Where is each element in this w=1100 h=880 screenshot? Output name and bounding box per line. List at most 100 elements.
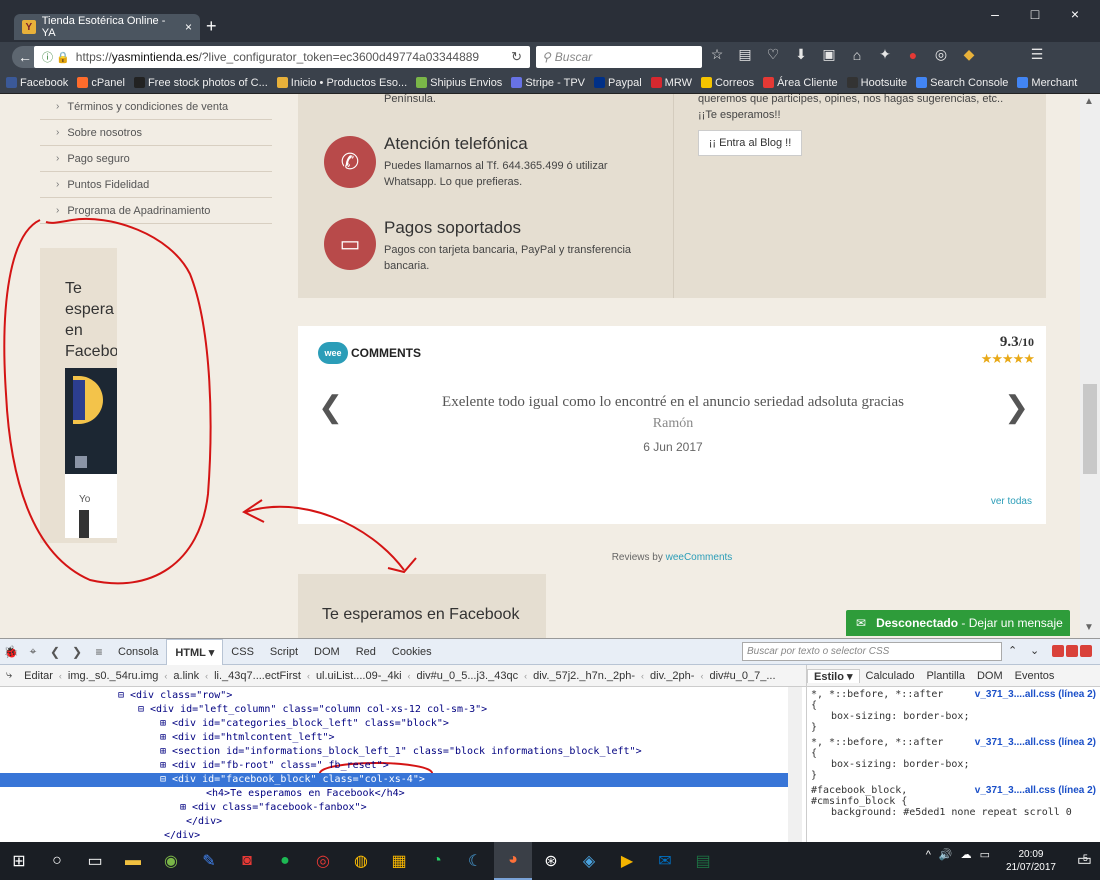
app6-icon[interactable]: ☾ [456, 842, 494, 880]
bookmark-item[interactable]: Hootsuite [846, 77, 907, 89]
library-icon[interactable]: ▣ [820, 46, 838, 63]
home-icon[interactable]: ⌂ [848, 47, 866, 63]
style-tab[interactable]: Plantilla [920, 670, 971, 682]
html-node[interactable]: ⊞ <div id="htmlcontent_left"> [0, 731, 790, 745]
css-source-link[interactable]: v_371_3....all.css (línea 2) [975, 737, 1096, 748]
firebug-icon[interactable]: 🐞 [0, 645, 22, 659]
css-prop[interactable]: box-sizing: border-box; [811, 711, 1096, 722]
taskbar-clock[interactable]: 20:09 21/07/2017 [1006, 848, 1056, 874]
new-tab-button[interactable]: + [206, 16, 217, 37]
inspect-icon[interactable]: ⌖ [22, 644, 44, 659]
facebook-fanbox[interactable]: Yo [65, 368, 117, 538]
scroll-down-icon[interactable]: ▼ [1084, 622, 1094, 633]
bookmark-item[interactable]: Merchant [1017, 77, 1077, 89]
network-icon[interactable]: ▭ [980, 848, 990, 861]
tree-expander-icon[interactable]: ⊞ [160, 731, 166, 745]
search-down-icon[interactable]: ⌄ [1030, 644, 1039, 657]
tree-expander-icon[interactable]: ⊟ [118, 689, 124, 703]
address-bar[interactable]: ⓘ 🔒 https:// yasmintienda.es /?live_conf… [34, 46, 530, 68]
bookmark-star-icon[interactable]: ☆ [708, 46, 726, 63]
app8-icon[interactable]: ▶ [608, 842, 646, 880]
tree-expander-icon[interactable]: ⊟ [160, 773, 166, 787]
minimize-button[interactable]: – [980, 6, 1010, 22]
inspect-element-icon[interactable]: ⤷ [0, 669, 18, 682]
breadcrumb-item[interactable]: div#u_0_5...j3._43qc [411, 670, 525, 682]
bookmark-item[interactable]: Inicio • Productos Eso... [276, 77, 407, 89]
html-node[interactable]: ⊞ <section id="informations_block_left_1"… [0, 745, 790, 759]
tree-expander-icon[interactable]: ⊞ [180, 801, 186, 815]
devtools-tab[interactable]: Red [348, 639, 384, 665]
devtools-search-input[interactable]: Buscar por texto o selector CSS [742, 642, 1002, 661]
menu-item[interactable]: › Puntos Fidelidad [40, 172, 272, 198]
breadcrumb-item[interactable]: div#u_0_7_... [703, 670, 781, 682]
bookmark-item[interactable]: MRW [650, 77, 692, 89]
app-icon[interactable]: ◉ [152, 842, 190, 880]
breadcrumb-item[interactable]: div._2ph- [644, 670, 700, 682]
html-node[interactable]: </div> [0, 815, 790, 829]
devtools-tab[interactable]: Consola [110, 639, 166, 665]
edit-button[interactable]: Editar [18, 670, 59, 682]
extension2-icon[interactable]: ◎ [932, 46, 950, 63]
css-source-link[interactable]: v_371_3....all.css (línea 2) [975, 689, 1096, 700]
bookmark-item[interactable]: Correos [700, 77, 754, 89]
scroll-thumb[interactable] [1083, 384, 1097, 474]
breadcrumb-item[interactable]: ul.uiList....09-_4ki [310, 670, 408, 682]
html-node[interactable]: ⊟ <div id="left_column" class="column col… [0, 703, 790, 717]
menu-item[interactable]: › Sobre nosotros [40, 120, 272, 146]
bookmark-item[interactable]: Área Cliente [763, 77, 838, 89]
menu-item[interactable]: › Pago seguro [40, 146, 272, 172]
html-node[interactable]: ⊞ <div class="facebook-fanbox"> [0, 801, 790, 815]
bookmark-item[interactable]: Facebook [6, 77, 68, 89]
reading-list-icon[interactable]: ▤ [736, 46, 754, 63]
bookmark-item[interactable]: Stripe - TPV [511, 77, 585, 89]
see-all-reviews-link[interactable]: ver todas [991, 496, 1032, 507]
file-explorer-icon[interactable]: ▬ [114, 842, 152, 880]
vpn-icon[interactable]: ⊛ [532, 842, 570, 880]
devtools-close-icon[interactable] [1080, 645, 1092, 657]
breadcrumb-item[interactable]: img._s0._54ru.img [62, 670, 165, 682]
style-tab[interactable]: DOM [971, 670, 1009, 682]
bookmark-item[interactable]: Search Console [916, 77, 1008, 89]
breadcrumb-item[interactable]: li._43q7....ectFirst [208, 670, 307, 682]
windows-start-icon[interactable]: ⊞ [0, 842, 38, 880]
weecomments-logo[interactable]: wee COMMENTS [318, 342, 421, 364]
search-input[interactable]: ⚲ Buscar [536, 46, 702, 68]
devtools-minimize-icon[interactable] [1052, 645, 1064, 657]
devtools-tab[interactable]: CSS [223, 639, 262, 665]
css-source-link[interactable]: v_371_3....all.css (línea 2) [975, 785, 1096, 796]
html-node[interactable]: <h4>Te esperamos en Facebook</h4> [0, 787, 790, 801]
page-scrollbar[interactable]: ▲ ▼ [1080, 94, 1100, 638]
app4-icon[interactable]: ◎ [304, 842, 342, 880]
html-node[interactable]: </div> [0, 829, 790, 843]
style-tab[interactable]: Calculado [860, 670, 921, 682]
extension-icon[interactable]: ✦ [876, 46, 894, 63]
style-tab[interactable]: Eventos [1009, 670, 1061, 682]
app3-icon[interactable]: ◙ [228, 842, 266, 880]
download-icon[interactable]: ⬇ [792, 46, 810, 63]
breadcrumb-item[interactable]: div._57j2._h7n._2ph- [527, 670, 641, 682]
cloud-icon[interactable]: ☁ [961, 848, 972, 861]
bookmark-item[interactable]: cPanel [77, 77, 125, 89]
menu-item[interactable]: › Términos y condiciones de venta [40, 94, 272, 120]
app2-icon[interactable]: ✎ [190, 842, 228, 880]
review-prev-icon[interactable]: ❮ [318, 390, 343, 425]
tray-chevron-icon[interactable]: ^ [926, 849, 931, 861]
extension3-icon[interactable]: ◆ [960, 46, 978, 63]
firefox-icon[interactable]: ◕ [494, 842, 532, 880]
devtools-tab[interactable]: DOM [306, 639, 348, 665]
tree-expander-icon[interactable]: ⊞ [160, 717, 166, 731]
search-up-icon[interactable]: ⌃ [1008, 644, 1017, 657]
html-node[interactable]: ⊞ <div id="categories_block_left" class="… [0, 717, 790, 731]
console-mode-icon[interactable]: ≡ [88, 645, 110, 659]
scroll-up-icon[interactable]: ▲ [1084, 96, 1094, 107]
breadcrumb-item[interactable]: a.link [167, 670, 205, 682]
reviews-by-link[interactable]: weeComments [666, 552, 733, 563]
devtools-tab[interactable]: Cookies [384, 639, 440, 665]
forward-icon[interactable]: ❯ [66, 645, 88, 659]
devtools-tab[interactable]: Script [262, 639, 306, 665]
reload-icon[interactable]: ↻ [511, 49, 522, 65]
back-icon[interactable]: ❮ [44, 645, 66, 659]
html-tree-scrollbar[interactable] [788, 687, 802, 843]
maximize-button[interactable]: □ [1020, 6, 1050, 22]
selected-html-node[interactable]: ⊟ <div id="facebook_block" class="col-xs-… [0, 773, 790, 787]
